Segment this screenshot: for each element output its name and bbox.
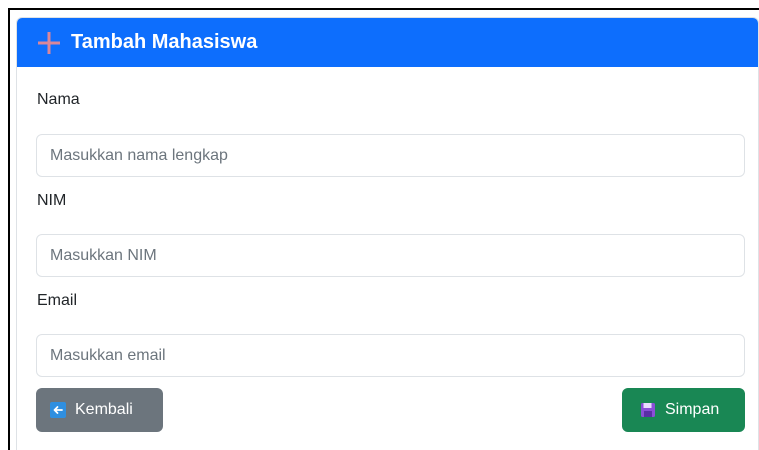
- nama-input[interactable]: [36, 134, 745, 177]
- nama-label: Nama: [37, 91, 80, 108]
- email-label: Email: [37, 292, 78, 309]
- back-button-label: Kembali: [75, 401, 133, 418]
- back-button[interactable]: Kembali: [36, 388, 163, 432]
- nim-input[interactable]: [36, 234, 745, 277]
- floppy-disk-icon: [640, 402, 656, 418]
- save-button[interactable]: Simpan: [622, 388, 745, 432]
- plus-icon: [36, 30, 62, 56]
- arrow-left-icon: [50, 402, 66, 418]
- save-button-label: Simpan: [665, 401, 720, 418]
- email-input[interactable]: [36, 334, 745, 377]
- nim-label: NIM: [37, 192, 67, 209]
- add-student-card: Tambah Mahasiswa Nama NIM Email Kembali: [16, 17, 759, 450]
- page-title: Tambah Mahasiswa: [71, 31, 258, 53]
- card-header: Tambah Mahasiswa: [17, 18, 758, 67]
- window-frame: Tambah Mahasiswa Nama NIM Email Kembali: [8, 8, 759, 450]
